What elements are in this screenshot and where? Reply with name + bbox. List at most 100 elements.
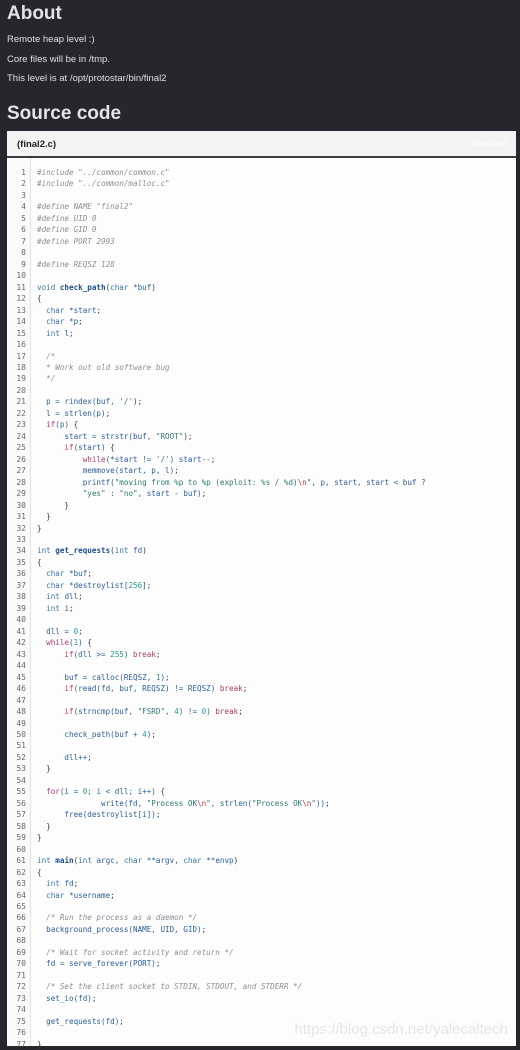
code-line: printf("moving from %p to %p (exploit: %… [37, 477, 516, 488]
code-token: ; [325, 798, 330, 808]
code-token: if [37, 707, 74, 717]
code-token: } [37, 500, 70, 510]
code-line: #define GID 0 [37, 224, 516, 235]
code-token: dll [64, 592, 79, 602]
line-number: 15 [16, 328, 26, 338]
code-token: (read(fd, buf, REQSZ) != REQSZ) [73, 684, 220, 694]
code-line: if(start) { [37, 442, 516, 453]
code-token: char [37, 317, 70, 327]
line-number: 51 [16, 741, 26, 751]
line-number: 55 [16, 787, 26, 797]
line-number: 69 [16, 947, 26, 957]
code-token: int [37, 879, 65, 889]
code-token: while [37, 638, 70, 648]
code-token: ) != [178, 707, 202, 717]
code-token: ) start-- [169, 454, 211, 464]
code-line: while(*start != '/') start--; [37, 454, 516, 465]
code-line: { [37, 557, 516, 568]
code-line: int l; [37, 328, 516, 339]
code-token: { [110, 443, 115, 453]
line-number: 18 [16, 362, 26, 372]
line-number: 63 [16, 879, 26, 889]
code-token: for [37, 787, 60, 797]
line-number: 77 [16, 1039, 26, 1049]
code-token: *start [69, 305, 97, 315]
code-line: } [37, 832, 516, 843]
line-number: 38 [16, 592, 26, 602]
code-line: } [37, 763, 516, 774]
code-line: #define NAME "final2" [37, 201, 516, 212]
about-line-1: Remote heap level :) [7, 34, 95, 45]
line-number: 5 [21, 213, 26, 223]
line-number: 12 [16, 294, 26, 304]
code-line: } [37, 523, 516, 534]
code-token: ; [155, 810, 161, 820]
code-token: { [87, 638, 92, 648]
code-filename: (final2.c) [17, 139, 57, 150]
code-line: free(destroylist[i]); [37, 809, 516, 820]
code-token: *buf [133, 282, 152, 292]
code-token: (p) [55, 420, 74, 430]
code-token: #define GID 0 [37, 225, 97, 235]
line-number: 22 [16, 408, 26, 418]
code-token: ; [78, 626, 83, 636]
code-token: memmove(start, p, l) [37, 466, 175, 476]
code-token: { [37, 557, 42, 567]
line-number: 13 [16, 305, 26, 315]
line-number: 70 [16, 959, 26, 969]
line-number: 73 [16, 993, 26, 1003]
code-line: * Work out old software bug [37, 362, 516, 373]
line-number: 74 [16, 1005, 26, 1015]
about-heading: About [7, 3, 62, 24]
code-line: background_process(NAME, UID, GID); [37, 924, 516, 935]
code-token: /* Run the process as a daemon */ [37, 913, 198, 923]
code-line: if(p) { [37, 419, 516, 430]
code-token: check_path [59, 282, 106, 292]
about-line-3: This level is at /opt/protostar/bin/fina… [7, 73, 167, 84]
code-token: char [183, 856, 207, 866]
code-token: main [55, 856, 74, 866]
line-number: 26 [16, 454, 26, 464]
line-number: 76 [16, 1028, 26, 1038]
code-body: 1 2 3 4 5 6 7 8 9 10 11 12 13 14 15 16 17 18 19 20 21 22 23 24 2… [7, 158, 516, 1049]
code-token: printf( [37, 477, 115, 487]
line-number: 37 [16, 580, 26, 590]
code-line: int fd; [37, 878, 516, 889]
code-token: ; [78, 592, 83, 602]
code-line: memmove(start, p, l); [37, 465, 516, 476]
line-number: 16 [16, 340, 26, 350]
line-number: 19 [16, 374, 26, 384]
code-token: \n [197, 798, 207, 808]
code-token: ; [165, 672, 170, 682]
line-number: 40 [16, 615, 26, 625]
code-line: { [37, 867, 516, 878]
code-token: ) [123, 649, 134, 659]
line-number: 58 [16, 821, 26, 831]
code-line: #include "../common/common.c" [37, 167, 516, 178]
code-token: '/' [119, 397, 134, 407]
code-line: if(read(fd, buf, REQSZ) != REQSZ) break; [37, 683, 516, 694]
download-link[interactable]: download [472, 139, 506, 148]
code-line: if(strncmp(buf, "FSRD", 4) != 0) break; [37, 706, 516, 717]
code-token: "Process OK [251, 798, 303, 808]
line-number-gutter: 1 2 3 4 5 6 7 8 9 10 11 12 13 14 15 16 17 18 19 20 21 22 23 24 2… [7, 158, 31, 1049]
code-token: ; [119, 1016, 124, 1026]
code-line: write(fd, "Process OK\n", strlen("Proces… [37, 798, 516, 809]
code-token: *username [69, 890, 111, 900]
code-token: "yes" [37, 489, 106, 499]
code-token: (*start != [105, 454, 156, 464]
code-token: ; [91, 993, 97, 1003]
line-number: 27 [16, 466, 26, 476]
code-token: buf = calloc(REQSZ, [37, 672, 156, 682]
code-token: '/' [155, 454, 170, 464]
code-token: #define UID 0 [37, 213, 97, 223]
line-number: 34 [16, 546, 26, 556]
line-number: 62 [16, 867, 26, 877]
